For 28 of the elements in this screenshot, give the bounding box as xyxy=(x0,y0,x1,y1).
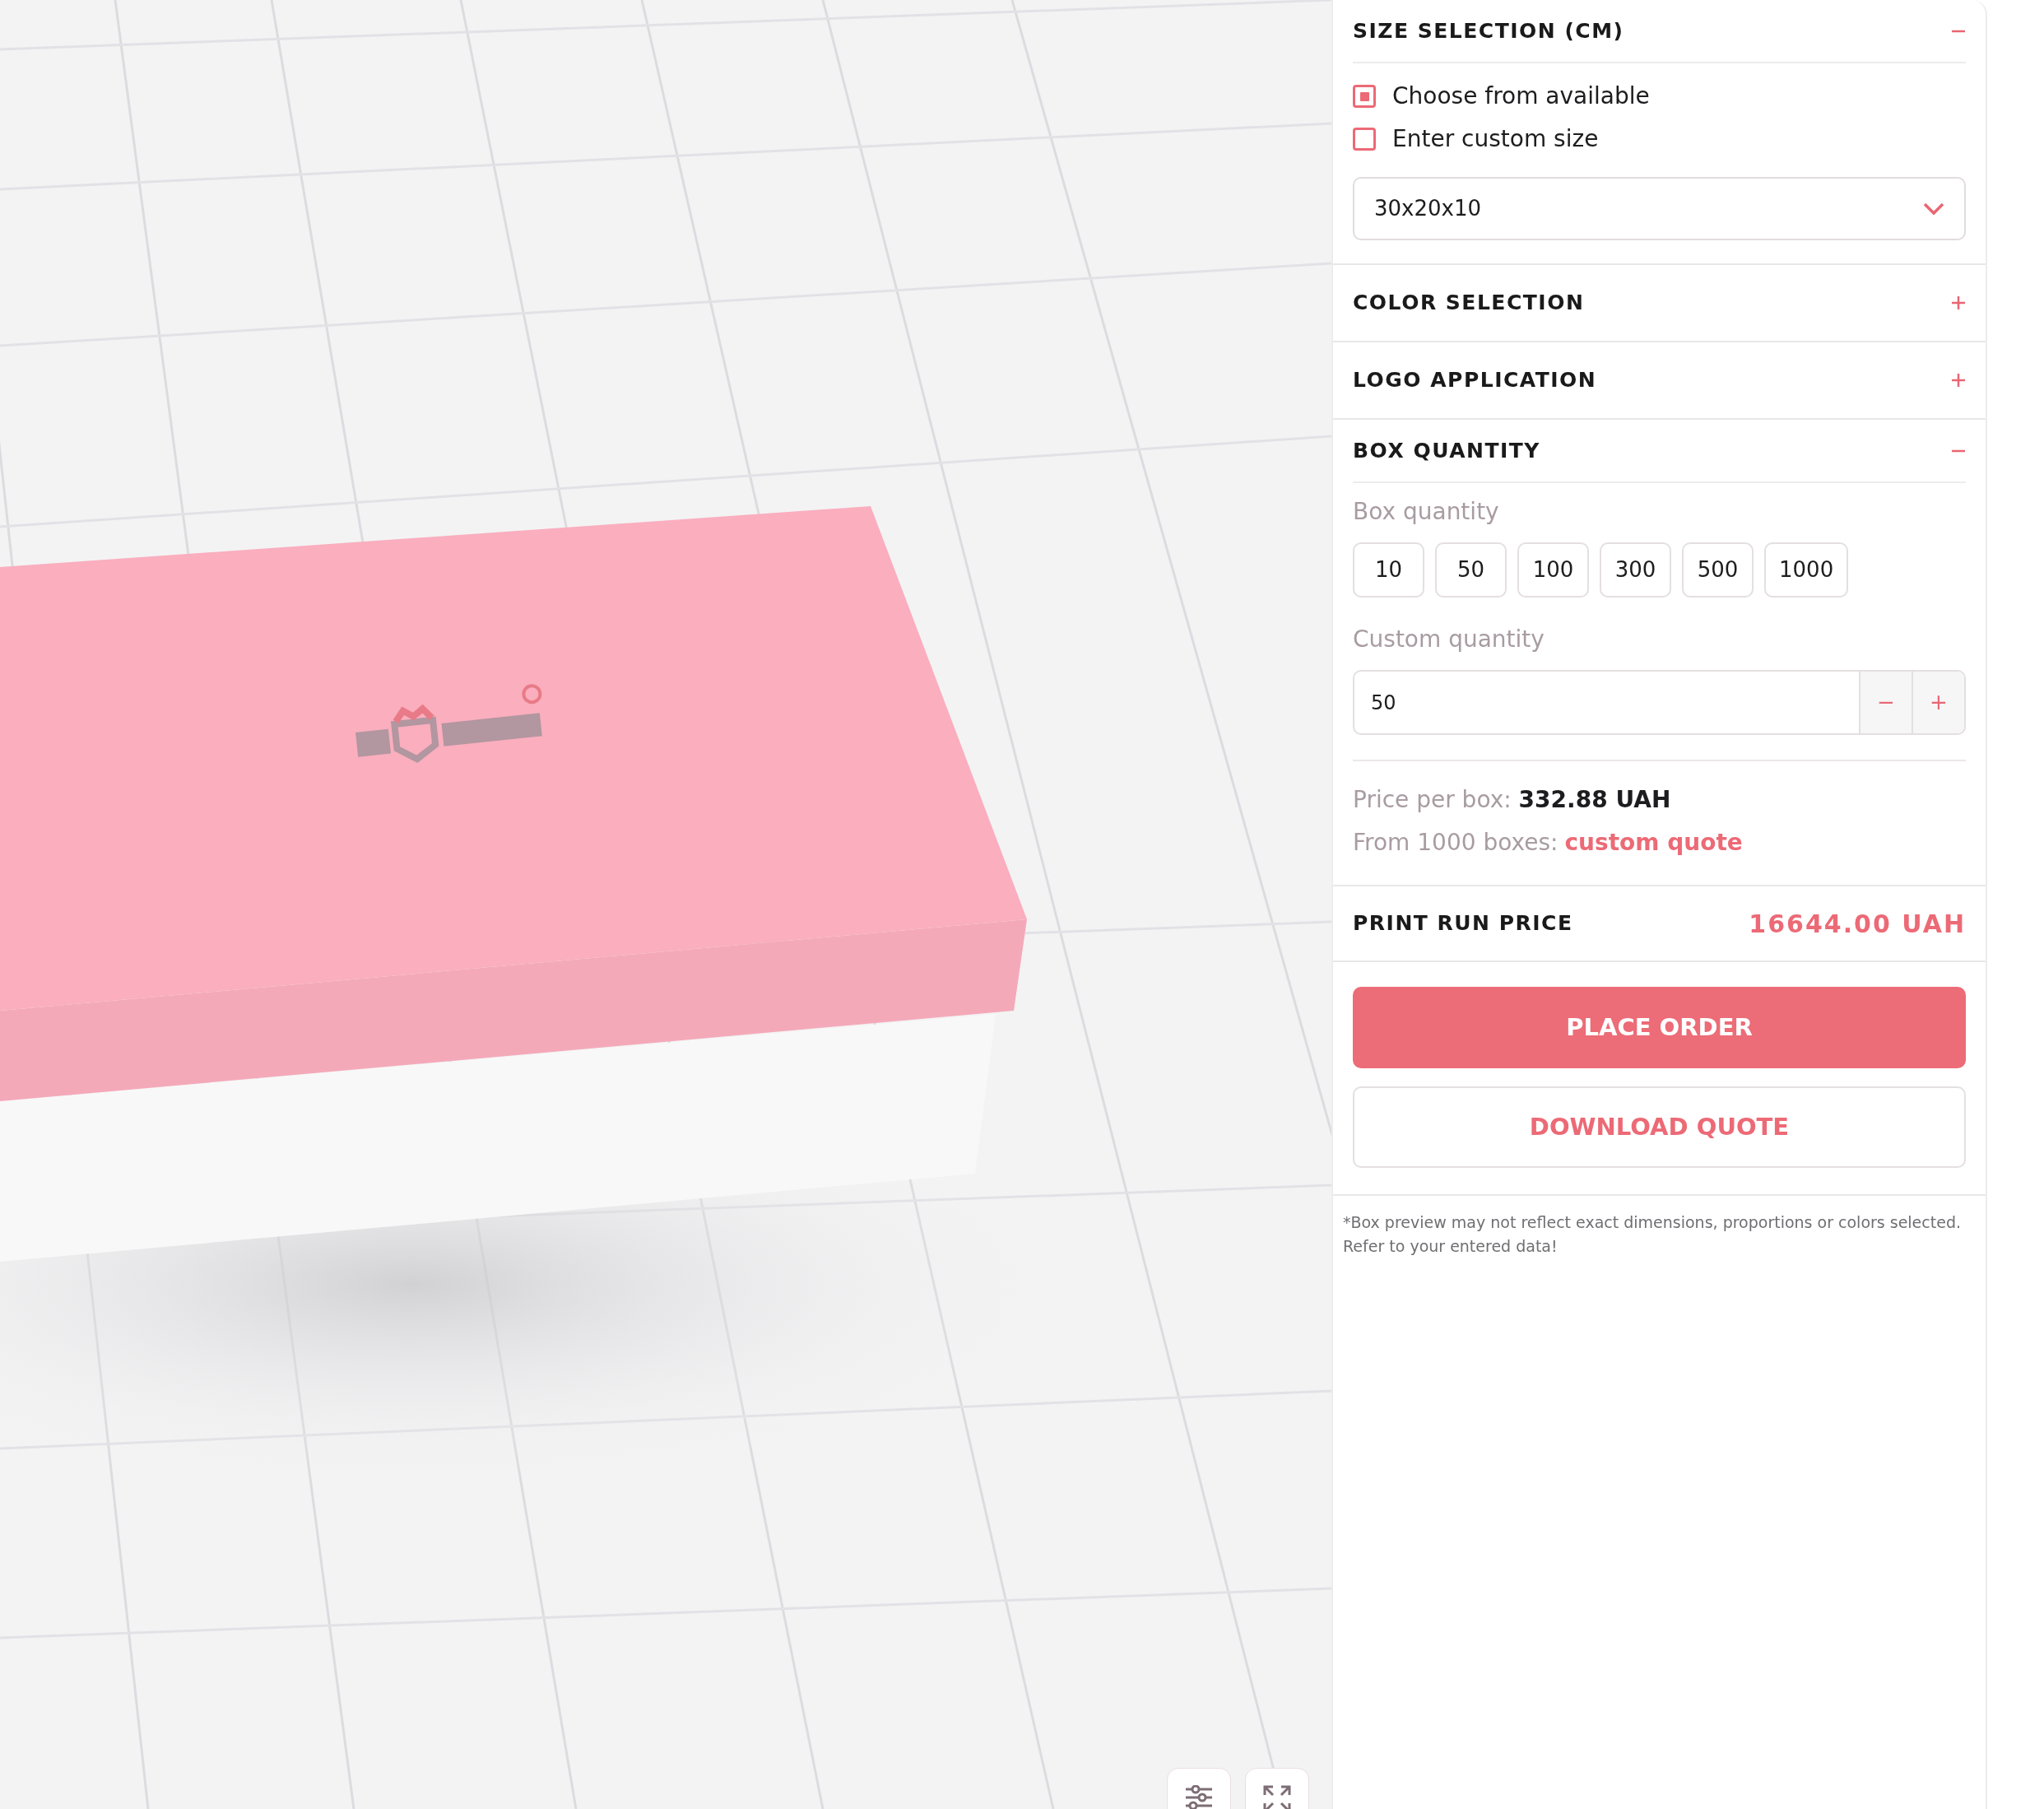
quantity-option[interactable]: 50 xyxy=(1435,542,1507,598)
field-label: Custom quantity xyxy=(1353,625,1545,654)
size-dropdown[interactable]: 30x20x10 xyxy=(1353,177,1966,240)
dropdown-value: 30x20x10 xyxy=(1374,195,1482,222)
section-title[interactable]: COLOR SELECTION xyxy=(1353,287,1585,319)
section-title[interactable]: BOX QUANTITY xyxy=(1353,435,1540,467)
section-title[interactable]: LOGO APPLICATION xyxy=(1353,365,1597,396)
price-per-box-text: Price per box: 332.88 UAH xyxy=(1353,785,1672,815)
print-run-value: 16644.00 UAH xyxy=(1749,908,1966,940)
chevron-down-icon xyxy=(1923,202,1944,216)
preview-disclaimer: *Box preview may not reflect exact dimensions, proportions or colors selected. Refer to your entered data! xyxy=(1342,1212,1962,1257)
sliders-icon xyxy=(1185,1785,1213,1809)
section-title[interactable]: SIZE SELECTION (CM) xyxy=(1353,15,1624,47)
quantity-option[interactable]: 300 xyxy=(1600,542,1671,598)
plus-icon[interactable] xyxy=(1951,295,1966,310)
quantity-option[interactable]: 1000 xyxy=(1764,542,1849,598)
expand-icon xyxy=(1263,1785,1291,1809)
print-run-label: PRINT RUN PRICE xyxy=(1353,910,1573,937)
quantity-option[interactable]: 100 xyxy=(1517,542,1589,598)
checkbox[interactable] xyxy=(1353,85,1376,108)
quantity-option[interactable]: 10 xyxy=(1353,542,1424,598)
quantity-option[interactable]: 500 xyxy=(1682,542,1754,598)
bulk-note: From 1000 boxes: xyxy=(1353,828,1559,858)
field-label: Box quantity xyxy=(1353,497,1500,527)
option-label: Choose from available xyxy=(1392,81,1650,111)
option-label: Enter custom size xyxy=(1392,124,1599,154)
checkbox[interactable] xyxy=(1353,128,1376,151)
plus-icon[interactable] xyxy=(1951,373,1966,388)
